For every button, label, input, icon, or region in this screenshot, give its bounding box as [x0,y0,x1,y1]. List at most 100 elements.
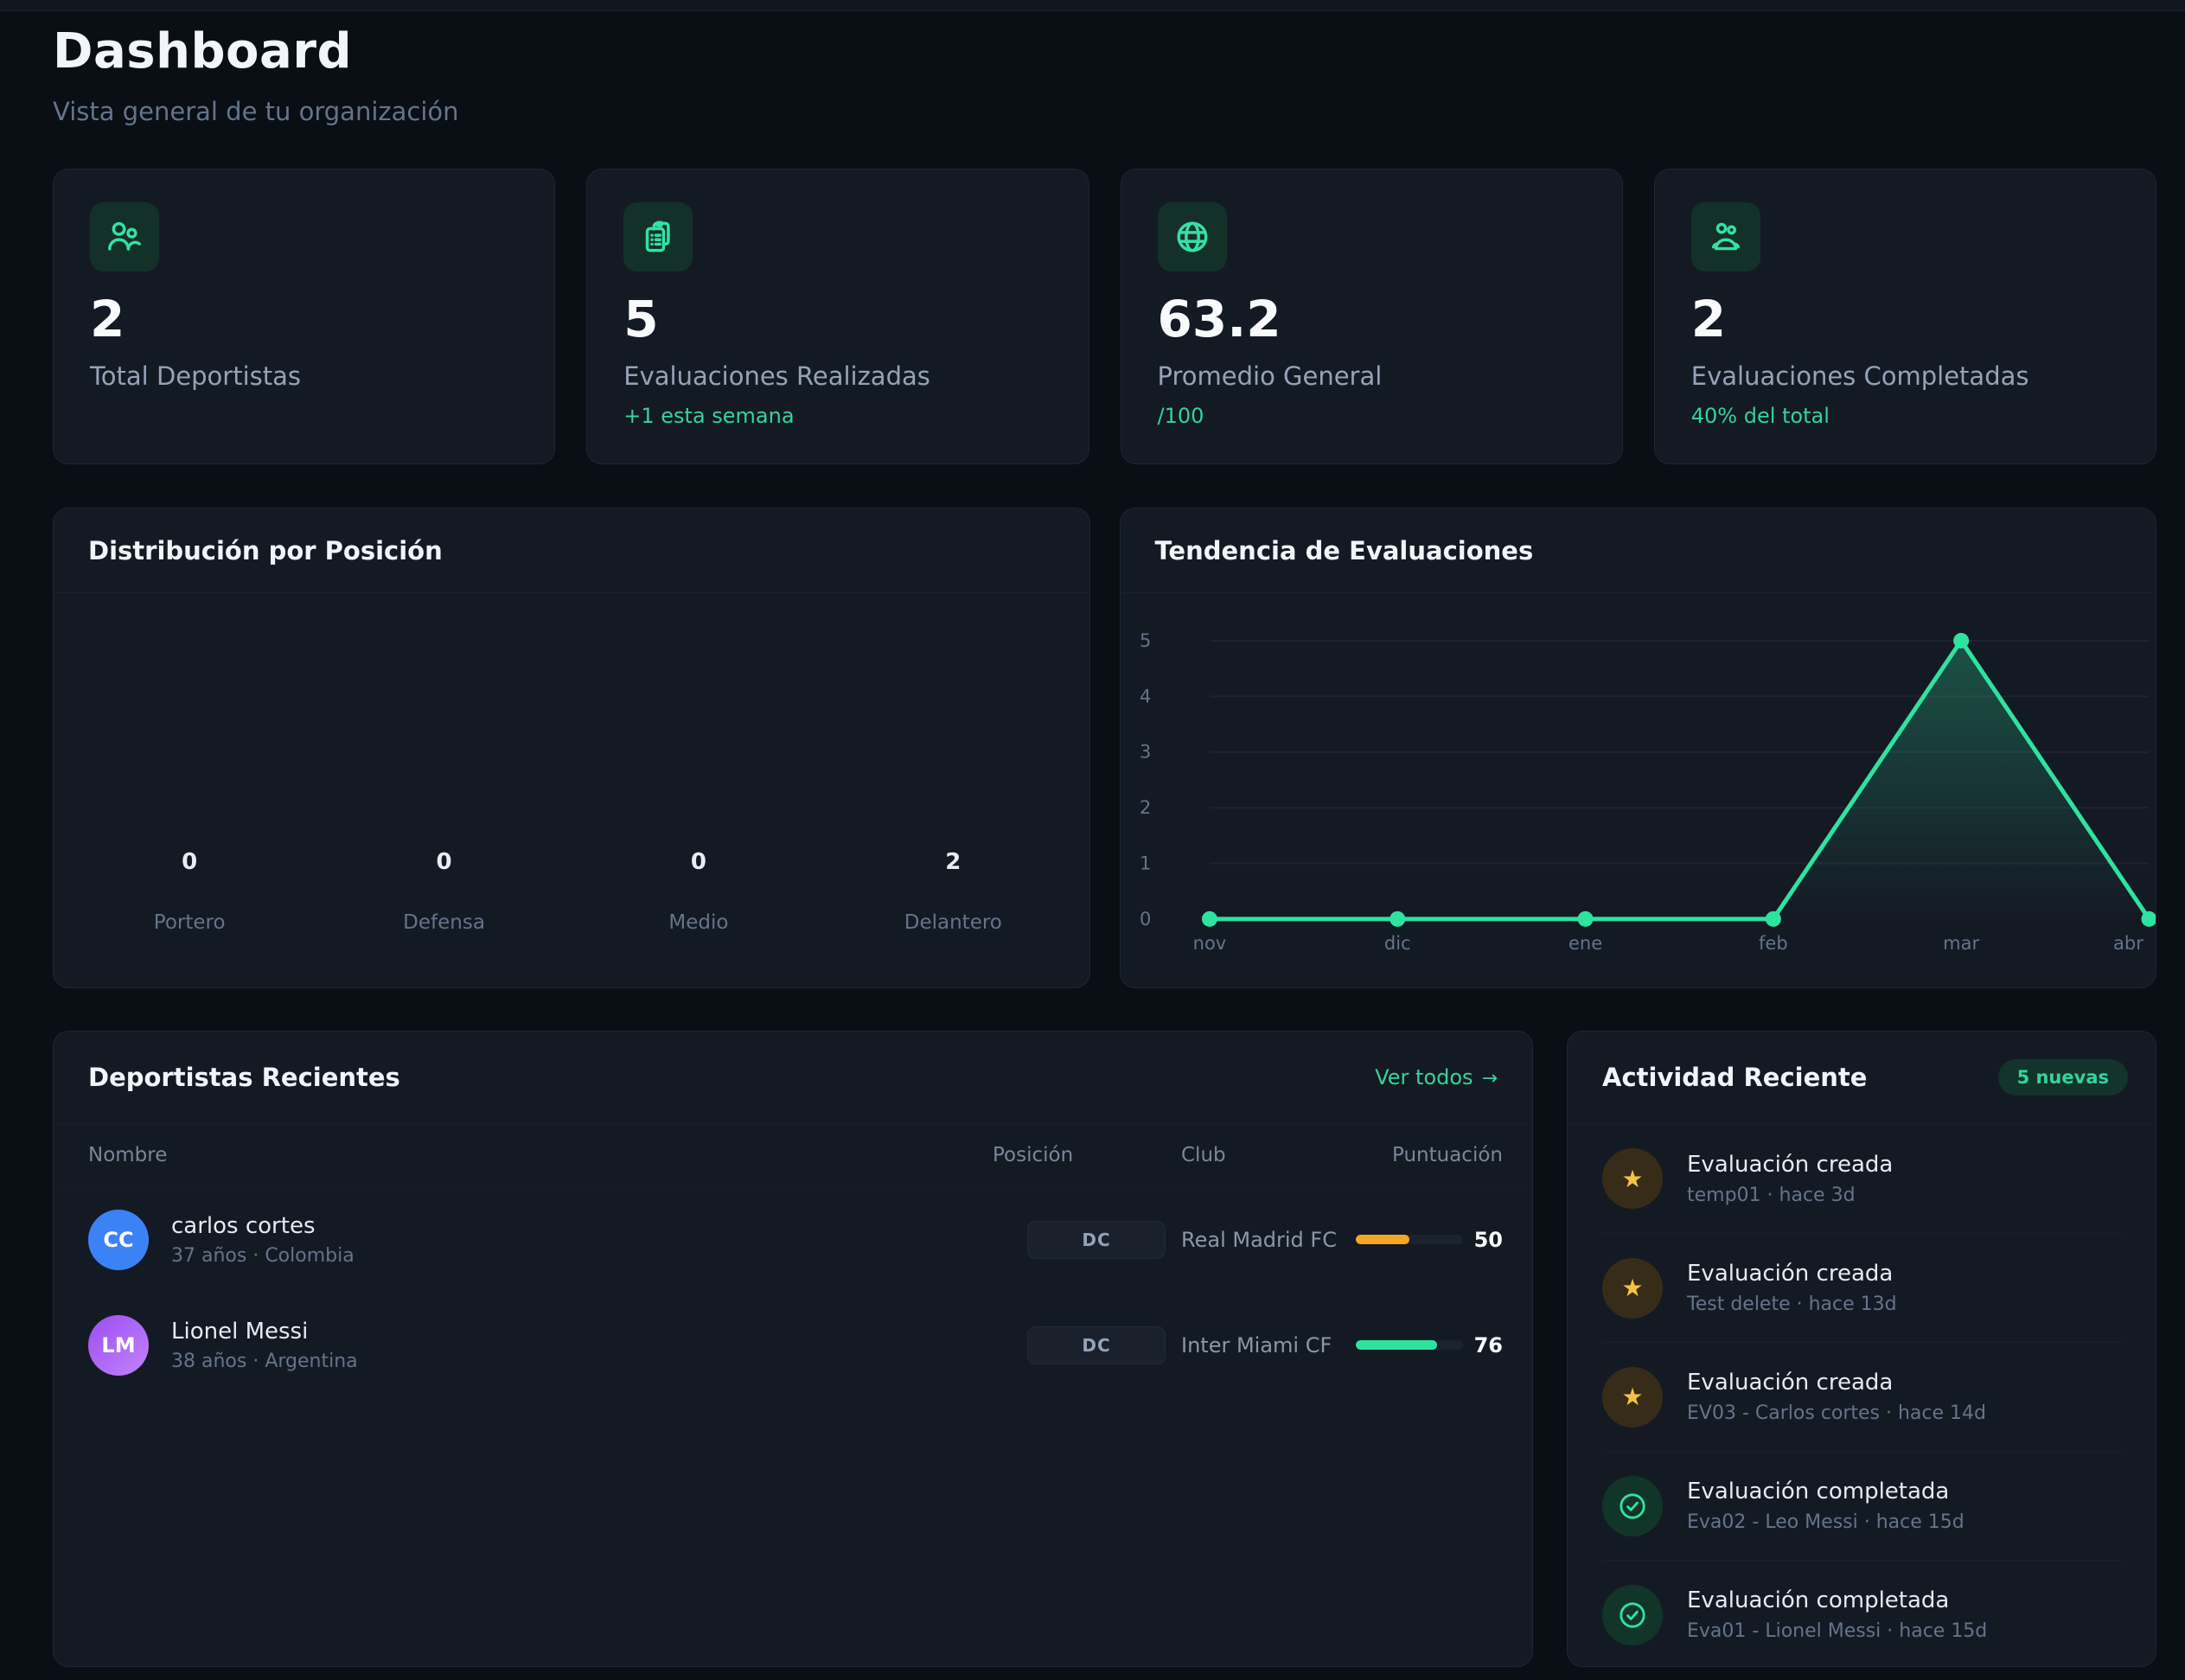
check-circle-icon [1602,1476,1663,1536]
stat-card-promedio-general: 63.2 Promedio General /100 [1121,169,1623,464]
ver-todos-link[interactable]: Ver todos → [1375,1065,1498,1089]
activity-meta: Test delete · hace 13d [1687,1294,1897,1315]
activity-list: ★ Evaluación creada temp01 · hace 3d ★ E… [1568,1124,2156,1669]
list-item: ★ Evaluación creada EV03 - Carlos cortes… [1602,1342,2124,1451]
top-edge-strip [0,0,2185,11]
stat-value: 2 [90,294,518,344]
distribution-label: Portero [62,911,316,934]
score-value: 76 [1474,1333,1503,1357]
star-icon: ★ [1602,1367,1663,1428]
stat-card-total-deportistas: 2 Total Deportistas [53,169,555,464]
activity-meta: Eva02 - Leo Messi · hace 15d [1687,1511,1965,1533]
trend-chart-svg: 012345novdicenefebmarabr [1121,593,2156,989]
distribution-panel: Distribución por Posición 0 Portero 0 De… [53,508,1090,988]
list-item: Evaluación completada Eva02 - Leo Messi … [1602,1451,2124,1560]
new-activity-badge: 5 nuevas [1998,1059,2128,1096]
svg-text:ene: ene [1568,933,1601,954]
stat-subtext: +1 esta semana [623,404,1051,428]
clipboard-list-icon [623,202,693,271]
activity-title: Evaluación creada [1687,1370,1986,1396]
distribution-value: 2 [826,849,1080,875]
activity-title: Evaluación completada [1687,1479,1965,1504]
athlete-meta: 38 años · Argentina [171,1351,358,1372]
trend-panel: Tendencia de Evaluaciones 012345novdicen… [1120,508,2157,988]
svg-text:nov: nov [1192,933,1226,954]
activity-meta: temp01 · hace 3d [1687,1185,1893,1206]
page-title: Dashboard [53,23,2156,80]
distribution-value: 0 [572,849,826,875]
avatar: CC [88,1210,149,1270]
club-name: Inter Miami CF [1166,1333,1356,1357]
recent-activity-panel: Actividad Reciente 5 nuevas ★ Evaluación… [1567,1031,2156,1667]
svg-text:dic: dic [1383,933,1410,954]
distribution-col-portero: 0 Portero [62,849,316,934]
table-row[interactable]: CC carlos cortes 37 años · Colombia DC R… [54,1186,1532,1292]
distribution-chart: 0 Portero 0 Defensa 0 Medio 2 Delantero [54,593,1089,987]
dashboard-page: Dashboard Vista general de tu organizaci… [0,11,2185,1667]
svg-text:feb: feb [1759,933,1788,954]
distribution-label: Medio [572,911,826,934]
distribution-col-medio: 0 Medio [572,849,826,934]
trend-panel-header: Tendencia de Evaluaciones [1121,508,2156,593]
list-item: ★ Evaluación creada Test delete · hace 1… [1602,1233,2124,1342]
stat-value: 2 [1691,294,2119,344]
table-row[interactable]: LM Lionel Messi 38 años · Argentina DC I… [54,1292,1532,1397]
svg-text:3: 3 [1139,742,1150,763]
score-bar-track [1356,1235,1463,1244]
stat-label: Promedio General [1158,361,1586,391]
score-value: 50 [1474,1228,1503,1252]
activity-title: Evaluación creada [1687,1261,1897,1287]
stat-subtext: /100 [1158,404,1586,428]
distribution-value: 0 [62,849,316,875]
activity-meta: Eva01 - Lionel Messi · hace 15d [1687,1620,1987,1642]
stat-subtext: 40% del total [1691,404,2119,428]
club-name: Real Madrid FC [1166,1228,1356,1252]
score-bar-track [1356,1340,1463,1350]
distribution-panel-header: Distribución por Posición [54,508,1089,593]
col-header-club: Club [1166,1144,1356,1166]
col-header-posicion: Posición [993,1144,1166,1166]
list-item: Evaluación completada Eva01 - Lionel Mes… [1602,1560,2124,1669]
svg-text:0: 0 [1139,909,1150,929]
position-badge: DC [1027,1221,1166,1259]
activity-title: Evaluación completada [1687,1587,1987,1613]
arrow-right-icon: → [1482,1068,1498,1089]
col-header-nombre: Nombre [88,1144,993,1166]
svg-text:1: 1 [1139,853,1150,873]
stat-label: Evaluaciones Completadas [1691,361,2119,391]
stat-value: 63.2 [1158,294,1586,344]
athlete-name: Lionel Messi [171,1319,358,1345]
star-icon: ★ [1602,1258,1663,1319]
distribution-value: 0 [316,849,571,875]
stat-value: 5 [623,294,1051,344]
distribution-label: Delantero [826,911,1080,934]
distribution-title: Distribución por Posición [88,536,443,565]
page-subtitle: Vista general de tu organización [53,97,2156,126]
stat-label: Evaluaciones Realizadas [623,361,1051,391]
score-bar-fill [1356,1340,1437,1350]
globe-icon [1158,202,1227,271]
recent-athletes-header: Deportistas Recientes Ver todos→ [54,1032,1532,1124]
svg-text:mar: mar [1943,933,1979,954]
svg-text:5: 5 [1139,630,1150,651]
score-bar-fill [1356,1235,1409,1244]
stat-label: Total Deportistas [90,361,518,391]
distribution-col-delantero: 2 Delantero [826,849,1080,934]
ver-todos-label: Ver todos [1375,1065,1473,1089]
athlete-meta: 37 años · Colombia [171,1245,355,1267]
recent-activity-header: Actividad Reciente 5 nuevas [1568,1032,2156,1124]
athlete-name: carlos cortes [171,1213,355,1239]
col-header-puntuacion: Puntuación [1356,1144,1503,1166]
stat-card-evaluaciones-completadas: 2 Evaluaciones Completadas 40% del total [1654,169,2156,464]
star-icon: ★ [1602,1148,1663,1209]
trend-title: Tendencia de Evaluaciones [1155,536,1534,565]
svg-text:2: 2 [1139,797,1150,818]
users-icon [90,202,159,271]
activity-title: Evaluación creada [1687,1152,1893,1178]
svg-text:abr: abr [2113,933,2143,954]
activity-meta: EV03 - Carlos cortes · hace 14d [1687,1402,1986,1424]
position-badge: DC [1027,1326,1166,1364]
stat-card-evaluaciones-realizadas: 5 Evaluaciones Realizadas +1 esta semana [586,169,1089,464]
recent-activity-title: Actividad Reciente [1602,1063,1867,1092]
check-circle-icon [1602,1585,1663,1645]
